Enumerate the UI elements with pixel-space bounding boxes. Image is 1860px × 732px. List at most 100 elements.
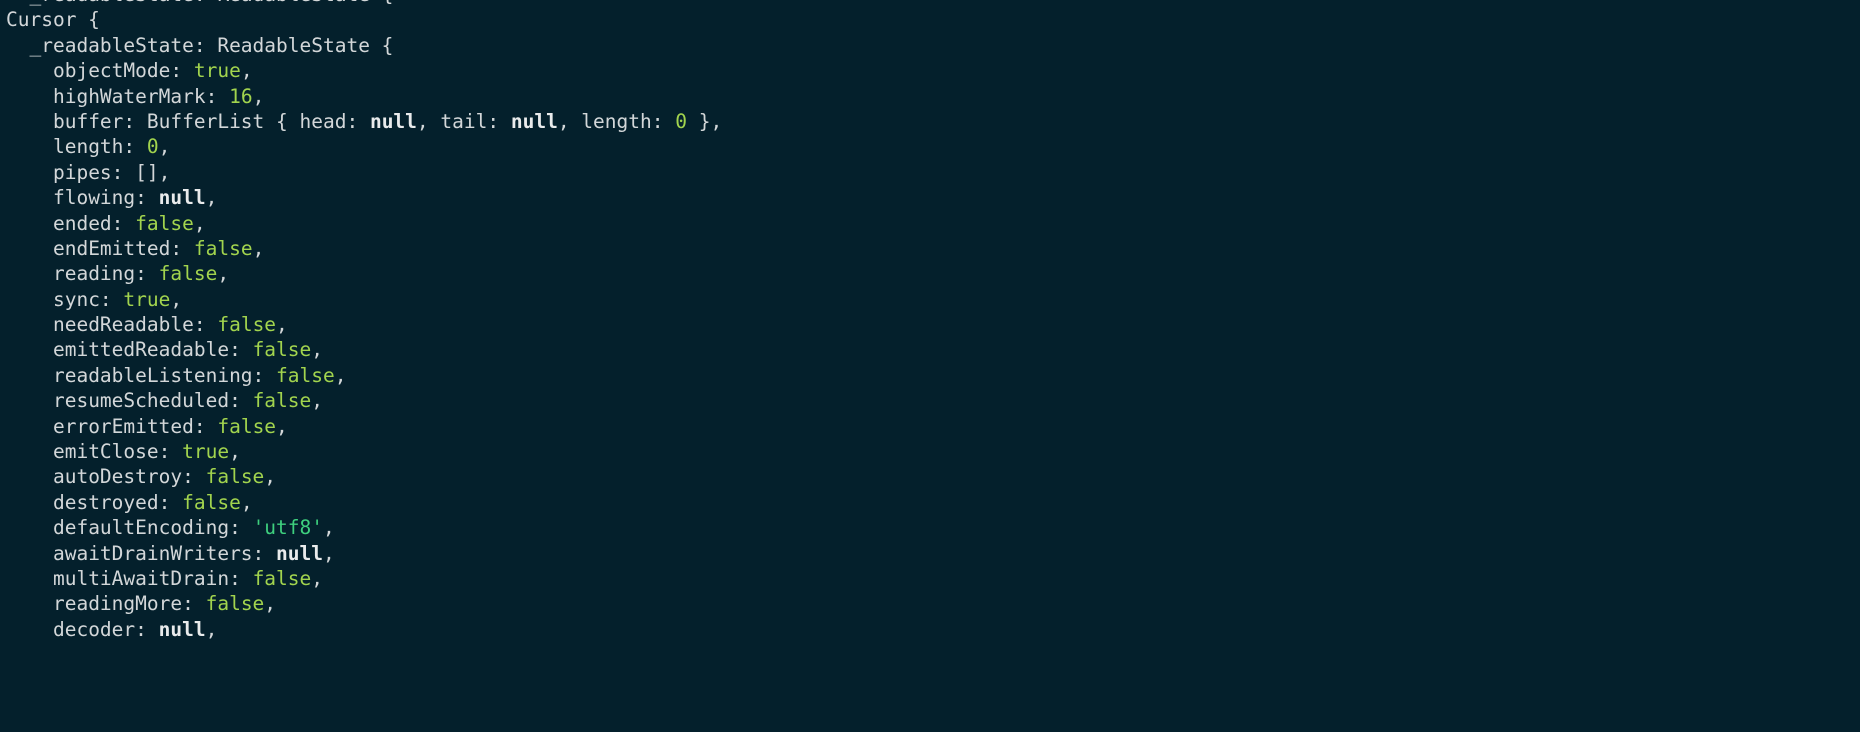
output-line-18: autoDestroy: false, bbox=[6, 464, 1860, 489]
token-pl: , bbox=[170, 287, 183, 311]
token-bl: false bbox=[193, 236, 253, 260]
token-pl: , bbox=[323, 541, 335, 565]
token-pl: sync: bbox=[52, 287, 124, 311]
token-pl: defaultEncoding: bbox=[52, 516, 253, 540]
output-line-24: decoder: null, bbox=[6, 617, 1860, 642]
token-bl: false bbox=[217, 414, 277, 438]
token-pl: decoder: bbox=[52, 617, 159, 641]
token-str: 'utf8' bbox=[252, 516, 324, 540]
token-pl: _readableState: ReadableState { bbox=[6, 0, 393, 6]
output-line-21: awaitDrainWriters: null, bbox=[6, 541, 1860, 566]
output-line-8: ended: false, bbox=[6, 211, 1860, 236]
output-line-2: objectMode: true, bbox=[6, 58, 1860, 83]
terminal-window[interactable]: _readableState: ReadableState {Cursor { … bbox=[0, 0, 1860, 732]
token-bl: false bbox=[205, 465, 265, 489]
output-line-20: defaultEncoding: 'utf8', bbox=[6, 515, 1860, 540]
output-line-7: flowing: null, bbox=[6, 185, 1860, 210]
output-line-11: sync: true, bbox=[6, 287, 1860, 312]
output-line-22: multiAwaitDrain: false, bbox=[6, 566, 1860, 591]
token-pl: readingMore: bbox=[52, 592, 206, 616]
token-pl: , bbox=[311, 566, 324, 590]
token-pl: , bbox=[276, 414, 288, 438]
output-line-3: highWaterMark: 16, bbox=[6, 84, 1860, 109]
token-pl: Cursor { bbox=[6, 8, 100, 32]
token-bl: false bbox=[217, 313, 277, 337]
token-nul: null bbox=[158, 617, 206, 641]
token-bl: false bbox=[252, 338, 312, 362]
output-line-10: reading: false, bbox=[6, 261, 1860, 286]
token-bl: false bbox=[276, 363, 335, 387]
token-pl: , bbox=[205, 186, 218, 210]
token-pl: , bbox=[205, 617, 218, 641]
token-nul: null bbox=[158, 186, 206, 210]
token-pl: multiAwaitDrain: bbox=[52, 566, 253, 590]
token-pl: needReadable: bbox=[52, 313, 218, 337]
token-nul: null bbox=[276, 541, 323, 565]
output-line-23: readingMore: false, bbox=[6, 591, 1860, 616]
token-nul: null bbox=[369, 109, 417, 133]
token-pl: , bbox=[240, 490, 253, 514]
token-pl: emitClose: bbox=[52, 440, 183, 464]
token-bl: true bbox=[123, 287, 171, 311]
token-pl: objectMode: bbox=[52, 59, 194, 83]
token-pl: flowing: bbox=[52, 186, 159, 210]
token-pl: , bbox=[276, 313, 288, 337]
token-pl: resumeScheduled: bbox=[52, 389, 253, 413]
token-pl: endEmitted: bbox=[52, 236, 194, 260]
token-bl: false bbox=[205, 592, 265, 616]
token-pl: errorEmitted: bbox=[52, 414, 218, 438]
output-line-15: resumeScheduled: false, bbox=[6, 388, 1860, 413]
output-line-9: endEmitted: false, bbox=[6, 236, 1860, 261]
token-bl: true bbox=[182, 440, 230, 464]
output-line-0: Cursor { bbox=[6, 7, 1860, 32]
output-line-12: needReadable: false, bbox=[6, 312, 1860, 337]
token-pl: , length: bbox=[557, 109, 676, 133]
token-pl: awaitDrainWriters: bbox=[52, 541, 277, 565]
output-line-5: length: 0, bbox=[6, 134, 1860, 159]
output-line-4: buffer: BufferList { head: null, tail: n… bbox=[6, 109, 1860, 134]
output-line-6: pipes: [], bbox=[6, 160, 1860, 185]
token-nul: null bbox=[510, 109, 558, 133]
output-line-19: destroyed: false, bbox=[6, 490, 1860, 515]
token-pl: , bbox=[323, 516, 335, 540]
terminal-output-scroll[interactable]: _readableState: ReadableState {Cursor { … bbox=[0, 0, 1860, 642]
clipped-top-line: _readableState: ReadableState { bbox=[6, 0, 1860, 7]
token-pl: , bbox=[217, 262, 230, 286]
token-bl: false bbox=[252, 389, 312, 413]
token-pl: readableListening: bbox=[52, 363, 277, 387]
token-pl: , bbox=[240, 59, 253, 83]
token-pl: , tail: bbox=[416, 109, 511, 133]
token-pl: buffer: BufferList { head: bbox=[52, 109, 370, 133]
token-bl: true bbox=[193, 59, 241, 83]
token-pl: , bbox=[252, 236, 265, 260]
output-line-16: errorEmitted: false, bbox=[6, 414, 1860, 439]
token-pl: , bbox=[158, 135, 171, 159]
token-pl: emittedReadable: bbox=[52, 338, 253, 362]
token-pl: , bbox=[334, 363, 347, 387]
output-line-13: emittedReadable: false, bbox=[6, 337, 1860, 362]
token-num: 0 bbox=[146, 135, 159, 159]
token-pl: , bbox=[311, 389, 324, 413]
token-pl: highWaterMark: bbox=[52, 84, 230, 108]
output-line-14: readableListening: false, bbox=[6, 363, 1860, 388]
token-pl: }, bbox=[686, 109, 723, 133]
